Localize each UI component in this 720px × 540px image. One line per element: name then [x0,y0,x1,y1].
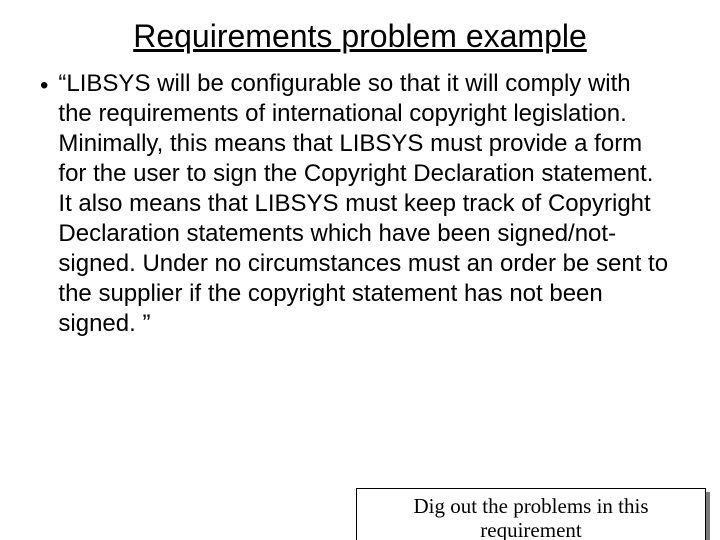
callout-text: Dig out the problems in this requirement [367,494,695,540]
slide-title: Requirements problem example [40,18,680,55]
slide: Requirements problem example • “LIBSYS w… [0,18,720,540]
callout-box: Dig out the problems in this requirement [356,488,706,540]
body-text: “LIBSYS will be configurable so that it … [58,69,668,339]
bullet-row: • “LIBSYS will be configurable so that i… [0,69,720,339]
bullet-glyph: • [40,71,48,101]
